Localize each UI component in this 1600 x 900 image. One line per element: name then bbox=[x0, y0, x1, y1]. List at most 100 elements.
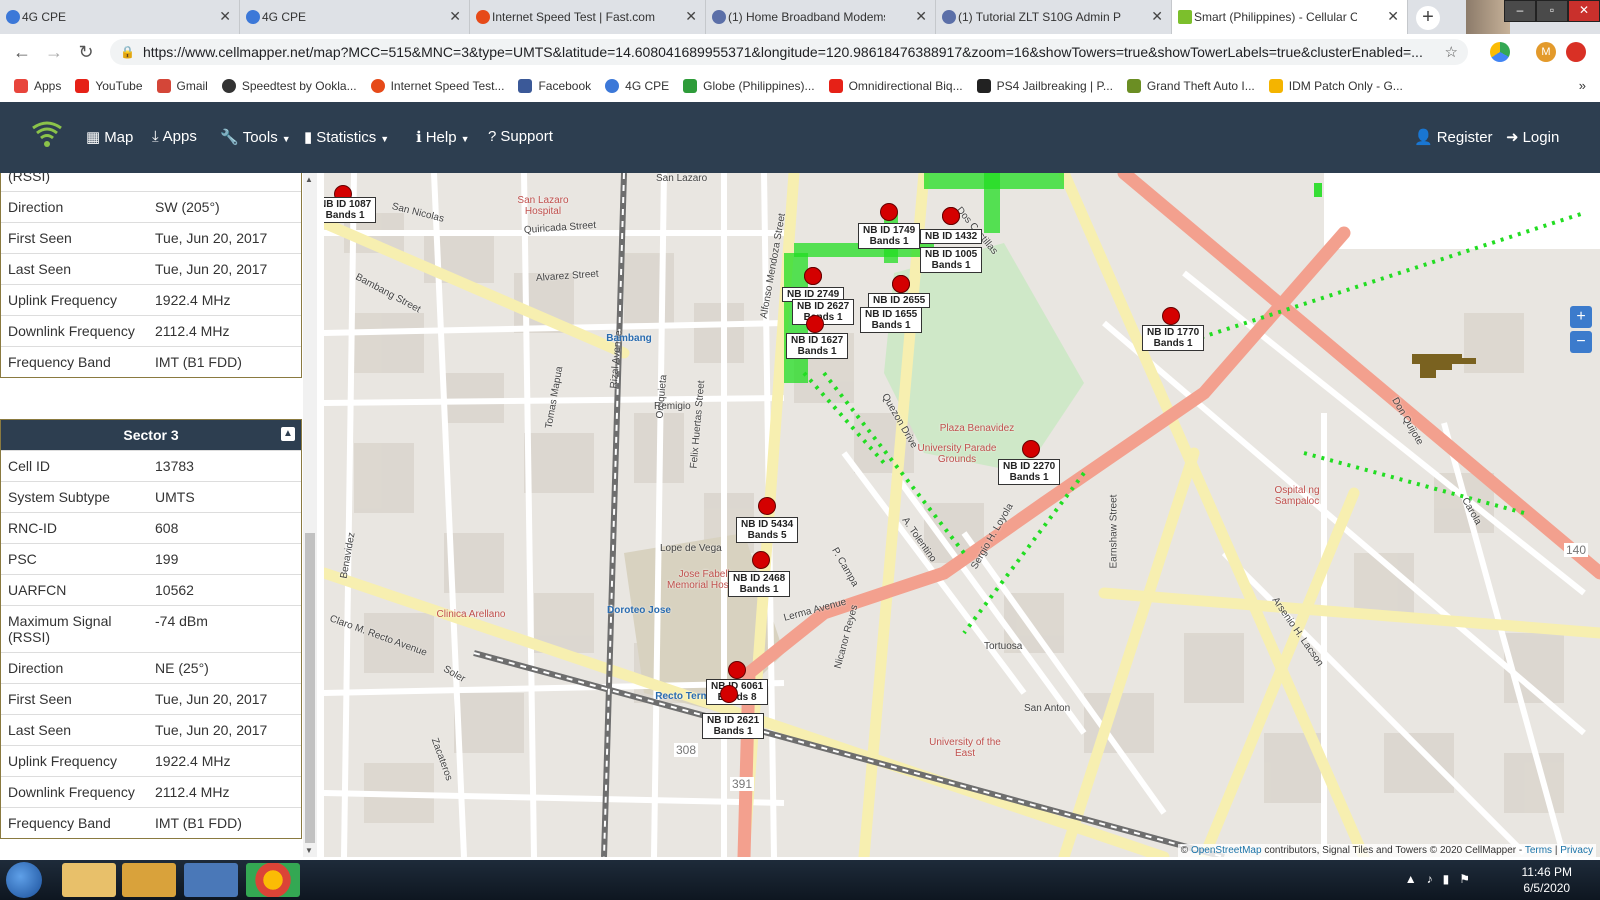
tower-label[interactable]: NB ID 5434 Bands 5 bbox=[736, 517, 799, 543]
tower-marker[interactable] bbox=[758, 497, 776, 515]
tower-label[interactable]: NB ID 1770 Bands 1 bbox=[1142, 325, 1205, 351]
collapse-icon[interactable]: ▲ bbox=[281, 427, 295, 441]
close-icon[interactable]: ✕ bbox=[1151, 8, 1163, 25]
close-icon[interactable]: ✕ bbox=[219, 8, 231, 25]
extension-red-icon[interactable] bbox=[1566, 42, 1586, 62]
tower-marker[interactable] bbox=[806, 315, 824, 333]
nav-tools[interactable]: 🔧 Tools ▼ bbox=[220, 128, 291, 146]
bookmark-internet-speed-test[interactable]: Internet Speed Test... bbox=[370, 79, 504, 93]
scroll-down-arrow-icon[interactable]: ▼ bbox=[305, 846, 313, 855]
nav-statistics[interactable]: ▮ Statistics ▼ bbox=[304, 128, 389, 146]
forward-arrow-icon[interactable]: → bbox=[42, 40, 66, 64]
shield-icon bbox=[942, 10, 956, 24]
windows-taskbar: ▲♪▮⚑ 11:46 PM 6/5/2020 bbox=[0, 860, 1600, 900]
tab-fast-com[interactable]: Internet Speed Test | Fast.com ✕ bbox=[470, 0, 706, 34]
bookmark-facebook[interactable]: Facebook bbox=[518, 79, 591, 93]
bookmark-omnidirectional[interactable]: Omnidirectional Biq... bbox=[828, 79, 963, 93]
extension-icon[interactable] bbox=[1490, 42, 1510, 62]
close-icon[interactable]: ✕ bbox=[1387, 8, 1399, 25]
tab-4g-cpe-2[interactable]: 4G CPE ✕ bbox=[240, 0, 470, 34]
tower-label[interactable]: NB ID 2468 Bands 1 bbox=[728, 571, 791, 597]
bookmarks-more-icon[interactable]: » bbox=[1579, 78, 1586, 93]
tower-label[interactable]: NB ID 2621 Bands 1 bbox=[702, 713, 765, 739]
zoom-out-button[interactable]: − bbox=[1570, 331, 1592, 353]
tab-4g-cpe-1[interactable]: 4G CPE ✕ bbox=[0, 0, 240, 34]
tower-marker[interactable] bbox=[880, 203, 898, 221]
sector-3-header[interactable]: Sector 3 ▲ bbox=[1, 420, 301, 450]
chrome-icon[interactable] bbox=[246, 863, 300, 897]
tower-label[interactable]: NB ID 2270 Bands 1 bbox=[998, 459, 1061, 485]
nav-support[interactable]: ? Support bbox=[488, 128, 553, 145]
nav-register[interactable]: 👤 Register bbox=[1414, 128, 1493, 146]
terms-link[interactable]: Terms bbox=[1525, 845, 1552, 856]
tower-marker[interactable] bbox=[892, 275, 910, 293]
place-label: University of the East bbox=[929, 737, 1001, 759]
tower-marker[interactable] bbox=[1022, 440, 1040, 458]
tab-zlt-tutorial[interactable]: (1) Tutorial ZLT S10G Admin Pa ✕ bbox=[936, 0, 1172, 34]
scroll-thumb[interactable] bbox=[305, 533, 315, 843]
profile-avatar-icon[interactable]: M bbox=[1536, 42, 1556, 62]
url-omnibox[interactable]: 🔒 https://www.cellmapper.net/map?MCC=515… bbox=[110, 39, 1468, 65]
bookmark-speedtest[interactable]: Speedtest by Ookla... bbox=[221, 79, 357, 93]
url-text[interactable]: https://www.cellmapper.net/map?MCC=515&M… bbox=[143, 44, 1433, 60]
bookmark-apps[interactable]: Apps bbox=[14, 79, 61, 93]
tab-cellmapper[interactable]: Smart (Philippines) - Cellular Co ✕ bbox=[1172, 0, 1408, 34]
clock-date: 6/5/2020 bbox=[1523, 881, 1571, 895]
bookmark-idm[interactable]: IDM Patch Only - G... bbox=[1268, 79, 1403, 93]
bookmark-youtube[interactable]: YouTube bbox=[75, 79, 143, 93]
system-clock[interactable]: 11:46 PM 6/5/2020 bbox=[1522, 864, 1572, 896]
download-icon: ⤓ bbox=[152, 128, 159, 145]
close-window-button[interactable]: ✕ bbox=[1568, 0, 1600, 22]
tower-marker[interactable] bbox=[1162, 307, 1180, 325]
file-explorer-icon[interactable] bbox=[62, 863, 116, 897]
tower-marker[interactable] bbox=[752, 551, 770, 569]
scroll-up-arrow-icon[interactable]: ▲ bbox=[305, 175, 313, 184]
maximize-button[interactable]: ▫ bbox=[1536, 0, 1568, 22]
tower-label[interactable]: NB ID 1087 Bands 1 bbox=[324, 197, 377, 223]
reload-icon[interactable]: ↻ bbox=[74, 40, 98, 64]
tower-marker[interactable] bbox=[720, 685, 738, 703]
new-tab-button[interactable]: + bbox=[1416, 6, 1440, 30]
wifi-icon bbox=[683, 79, 698, 93]
nav-help[interactable]: ℹ Help ▼ bbox=[416, 128, 469, 146]
zoom-in-button[interactable]: + bbox=[1570, 306, 1592, 328]
close-icon[interactable]: ✕ bbox=[449, 8, 461, 25]
wrench-icon: 🔧 bbox=[220, 129, 239, 146]
bookmark-gta[interactable]: Grand Theft Auto I... bbox=[1126, 79, 1255, 93]
bookmark-4g-cpe[interactable]: 4G CPE bbox=[605, 79, 669, 93]
tower-marker[interactable] bbox=[728, 661, 746, 679]
tower-label[interactable]: NB ID 1432 bbox=[920, 229, 983, 244]
tower-label[interactable]: NB ID 1655 Bands 1 bbox=[860, 307, 923, 333]
bookmark-gmail[interactable]: Gmail bbox=[156, 79, 208, 93]
system-tray[interactable]: ▲♪▮⚑ bbox=[1405, 872, 1480, 886]
tab-home-broadband[interactable]: (1) Home Broadband Modems | ✕ bbox=[706, 0, 936, 34]
tower-marker[interactable] bbox=[942, 207, 960, 225]
bookmark-ps4[interactable]: PS4 Jailbreaking | P... bbox=[976, 79, 1113, 93]
bookmark-globe[interactable]: Globe (Philippines)... bbox=[683, 79, 815, 93]
panel-scrollbar[interactable]: ▲ ▼ bbox=[303, 173, 317, 857]
tower-label[interactable]: NB ID 1005 Bands 1 bbox=[920, 247, 983, 273]
bookmark-star-icon[interactable]: ☆ bbox=[1445, 43, 1458, 61]
close-icon[interactable]: ✕ bbox=[685, 8, 697, 25]
control-panel-icon[interactable] bbox=[184, 863, 238, 897]
tower-label[interactable]: NB ID 2655 bbox=[868, 293, 931, 308]
info-row-key: Last Seen bbox=[8, 261, 72, 277]
tower-marker[interactable] bbox=[804, 267, 822, 285]
privacy-link[interactable]: Privacy bbox=[1560, 845, 1593, 856]
nav-map[interactable]: ▦ Map bbox=[86, 128, 133, 146]
tower-label[interactable]: NB ID 1627 Bands 1 bbox=[786, 333, 849, 359]
media-player-icon[interactable] bbox=[122, 863, 176, 897]
nav-login[interactable]: ➜ Login bbox=[1506, 128, 1559, 146]
info-row: Cell ID 13783 bbox=[1, 450, 301, 481]
nav-apps[interactable]: ⤓ Apps bbox=[152, 128, 197, 145]
tower-id: NB ID 2270 bbox=[1003, 461, 1056, 472]
map-canvas[interactable]: San Lazaro San Nicolas Quiricada Street Bam… bbox=[324, 173, 1600, 857]
cellmapper-logo-icon[interactable] bbox=[30, 118, 64, 154]
tower-label[interactable]: NB ID 1749 Bands 1 bbox=[858, 223, 921, 249]
windows-start-icon[interactable] bbox=[6, 862, 42, 898]
minimize-button[interactable]: – bbox=[1504, 0, 1536, 22]
back-arrow-icon[interactable]: ← bbox=[10, 40, 34, 64]
osm-link[interactable]: OpenStreetMap bbox=[1191, 845, 1262, 856]
info-row-key: Frequency Band bbox=[8, 354, 111, 370]
close-icon[interactable]: ✕ bbox=[915, 8, 927, 25]
